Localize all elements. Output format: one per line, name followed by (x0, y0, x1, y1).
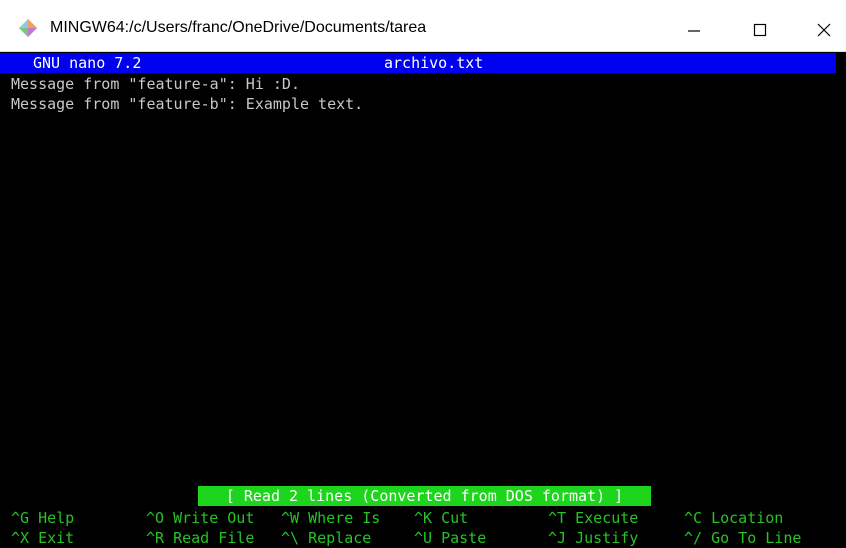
title-bar[interactable]: MINGW64:/c/Users/franc/OneDrive/Document… (0, 0, 846, 52)
terminal-area[interactable]: GNU nano 7.2 archivo.txt Message from "f… (0, 52, 846, 548)
shortcut-key: ^J (548, 529, 567, 547)
shortcut-label: Help (38, 509, 75, 527)
terminal-window: MINGW64:/c/Users/franc/OneDrive/Document… (0, 0, 846, 548)
shortcut-replace[interactable]: ^\ Replace (281, 528, 371, 548)
shortcut-key: ^/ (684, 529, 703, 547)
shortcut-label: Location (711, 509, 784, 527)
close-button[interactable] (802, 10, 846, 50)
shortcut-go-to-line[interactable]: ^/ Go To Line (684, 528, 801, 548)
maximize-icon (753, 23, 767, 37)
shortcut-label: Go To Line (711, 529, 802, 547)
shortcut-label: Execute (575, 509, 639, 527)
shortcut-label: Write Out (173, 509, 255, 527)
shortcut-key: ^T (548, 509, 567, 527)
shortcut-where-is[interactable]: ^W Where Is (281, 508, 380, 528)
shortcut-label: Paste (441, 529, 487, 547)
shortcut-label: Replace (308, 529, 372, 547)
shortcut-key: ^K (414, 509, 433, 527)
shortcut-justify[interactable]: ^J Justify (548, 528, 638, 548)
shortcut-label: Cut (441, 509, 469, 527)
shortcut-key: ^G (11, 509, 30, 527)
git-mingw-icon (19, 19, 37, 37)
shortcut-key: ^X (11, 529, 30, 547)
shortcut-label: Read File (173, 529, 255, 547)
shortcut-label: Exit (38, 529, 75, 547)
shortcut-key: ^R (146, 529, 165, 547)
shortcut-label: Justify (575, 529, 639, 547)
shortcut-cut[interactable]: ^K Cut (414, 508, 468, 528)
file-line[interactable]: Message from "feature-b": Example text. (11, 94, 363, 114)
shortcut-key: ^O (146, 509, 165, 527)
shortcut-read-file[interactable]: ^R Read File (146, 528, 254, 548)
minimize-button[interactable] (672, 10, 716, 50)
maximize-button[interactable] (738, 10, 782, 50)
nano-filename: archivo.txt (384, 54, 484, 72)
shortcut-execute[interactable]: ^T Execute (548, 508, 638, 528)
status-message: [ Read 2 lines (Converted from DOS forma… (198, 486, 651, 506)
window-title: MINGW64:/c/Users/franc/OneDrive/Document… (50, 19, 427, 36)
shortcut-key: ^C (684, 509, 703, 527)
shortcut-location[interactable]: ^C Location (684, 508, 783, 528)
file-line[interactable]: Message from "feature-a": Hi :D. (11, 74, 300, 94)
shortcut-help[interactable]: ^G Help (11, 508, 74, 528)
shortcut-key: ^\ (281, 529, 300, 547)
close-icon (817, 23, 831, 37)
shortcut-exit[interactable]: ^X Exit (11, 528, 74, 548)
shortcut-paste[interactable]: ^U Paste (414, 528, 486, 548)
nano-header-bar: GNU nano 7.2 archivo.txt (0, 53, 836, 73)
nano-version: GNU nano 7.2 (33, 54, 142, 72)
shortcut-label: Where Is (308, 509, 381, 527)
shortcut-bar: ^G Help ^O Write Out ^W Where Is ^K Cut … (0, 508, 846, 548)
minimize-icon (688, 30, 700, 32)
shortcut-key: ^W (281, 509, 300, 527)
shortcut-write-out[interactable]: ^O Write Out (146, 508, 254, 528)
shortcut-key: ^U (414, 529, 433, 547)
